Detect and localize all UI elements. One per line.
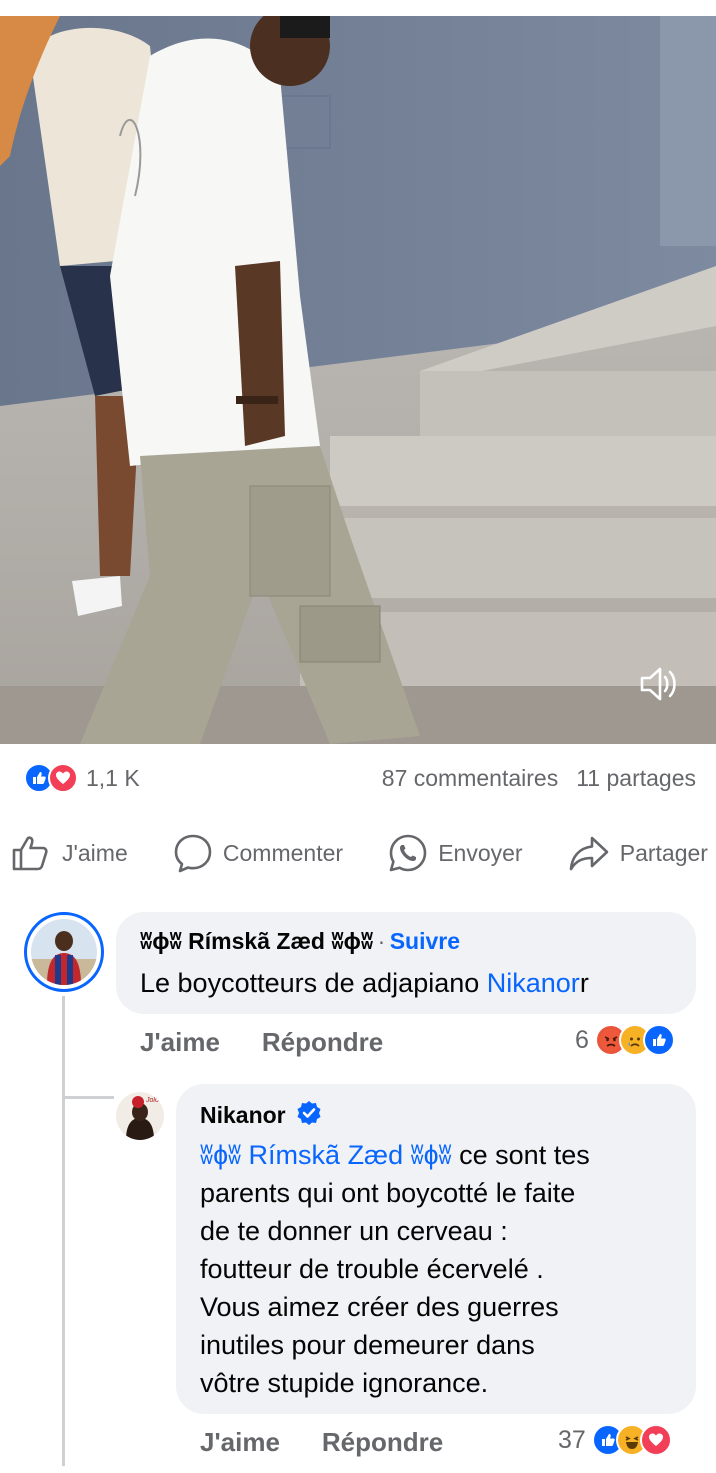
volume-icon[interactable] xyxy=(636,664,680,704)
avatar[interactable] xyxy=(24,912,104,992)
post-action-bar: J'aime Commenter Envoyer Partager xyxy=(10,830,708,876)
comment-bubble: ʬɸʬ Rímskã Zæd ʬɸʬ · Suivre Le boycotteu… xyxy=(116,912,696,1014)
post-stats: 1,1 K 87 commentaires 11 partages xyxy=(24,758,696,798)
comment-label: Commenter xyxy=(222,839,344,866)
like-button[interactable]: J'aime xyxy=(10,833,128,873)
comment-reaction-count: 6 xyxy=(575,1025,589,1054)
like-icon xyxy=(642,1024,675,1056)
love-icon xyxy=(48,763,78,793)
comment-button[interactable]: Commenter xyxy=(173,833,343,873)
like-label: J'aime xyxy=(62,839,128,866)
thumbs-up-icon xyxy=(12,836,48,871)
comment-reactions[interactable]: 6 xyxy=(575,1024,675,1056)
video-player[interactable] xyxy=(0,16,716,744)
comment-line: vôtre stupide ignorance. xyxy=(200,1368,489,1398)
comment-author[interactable]: ʬɸʬ Rímskã Zæd ʬɸʬ xyxy=(140,928,373,954)
comments-count[interactable]: 87 commentaires xyxy=(382,765,558,792)
whatsapp-icon xyxy=(389,834,427,872)
svg-text:Jolo: Jolo xyxy=(145,1097,159,1104)
comment-text: Le boycotteurs de adjapiano Nikanorr xyxy=(140,964,589,1002)
mention-link[interactable]: ʬɸʬ Rímskã Zæd ʬɸʬ xyxy=(200,1140,452,1170)
shares-count[interactable]: 11 partages xyxy=(576,765,696,792)
comment-text-main: Le boycotteurs de adjapiano xyxy=(140,968,487,998)
comment-text-suffix: r xyxy=(579,968,589,998)
mention-link[interactable]: Nikanor xyxy=(487,968,580,998)
follow-button[interactable]: Suivre xyxy=(390,928,460,954)
video-frame xyxy=(0,16,716,744)
reactions-count: 1,1 K xyxy=(86,764,140,791)
comment-like-button[interactable]: J'aime xyxy=(140,1027,220,1058)
share-label: Partager xyxy=(619,839,708,866)
send-button[interactable]: Envoyer xyxy=(388,833,523,873)
comment-meta: J'aime Répondre xyxy=(140,1027,383,1058)
comment-like-button[interactable]: J'aime xyxy=(200,1427,280,1458)
separator: · xyxy=(377,928,386,954)
comment-icon xyxy=(174,834,212,873)
share-button[interactable]: Partager xyxy=(568,833,708,873)
share-icon xyxy=(569,836,609,871)
send-label: Envoyer xyxy=(438,839,523,866)
reply-connector xyxy=(62,1096,114,1099)
comment-line: inutiles pour demeurer dans xyxy=(200,1330,535,1360)
comment-line: Vous aimez créer des guerres xyxy=(200,1292,559,1322)
comment-reply-button[interactable]: Répondre xyxy=(262,1027,383,1058)
comment-text: ʬɸʬ Rímskã Zæd ʬɸʬ ce sont tes parents q… xyxy=(200,1136,590,1402)
love-icon xyxy=(639,1424,672,1456)
comment-line: parents qui ont boycotté le faite xyxy=(200,1178,576,1208)
comment-meta: J'aime Répondre xyxy=(200,1427,443,1458)
thread-line xyxy=(62,996,65,1466)
comment-line: de te donner un cerveau : xyxy=(200,1216,508,1246)
comment-author[interactable]: Nikanor xyxy=(200,1102,286,1129)
reactions-summary[interactable]: 1,1 K xyxy=(24,763,140,793)
verified-badge-icon xyxy=(296,1100,322,1131)
comment-reply-button[interactable]: Répondre xyxy=(322,1427,443,1458)
comment-bubble: Nikanor ʬɸʬ Rímskã Zæd ʬɸʬ ce sont tes p… xyxy=(176,1084,696,1414)
avatar[interactable]: Jolo xyxy=(116,1092,164,1140)
comment-reactions[interactable]: 37 xyxy=(558,1424,672,1456)
comment-reaction-count: 37 xyxy=(558,1425,586,1454)
comment-line: ce sont tes xyxy=(451,1140,590,1170)
comment-line: foutteur de trouble écervelé . xyxy=(200,1254,544,1284)
